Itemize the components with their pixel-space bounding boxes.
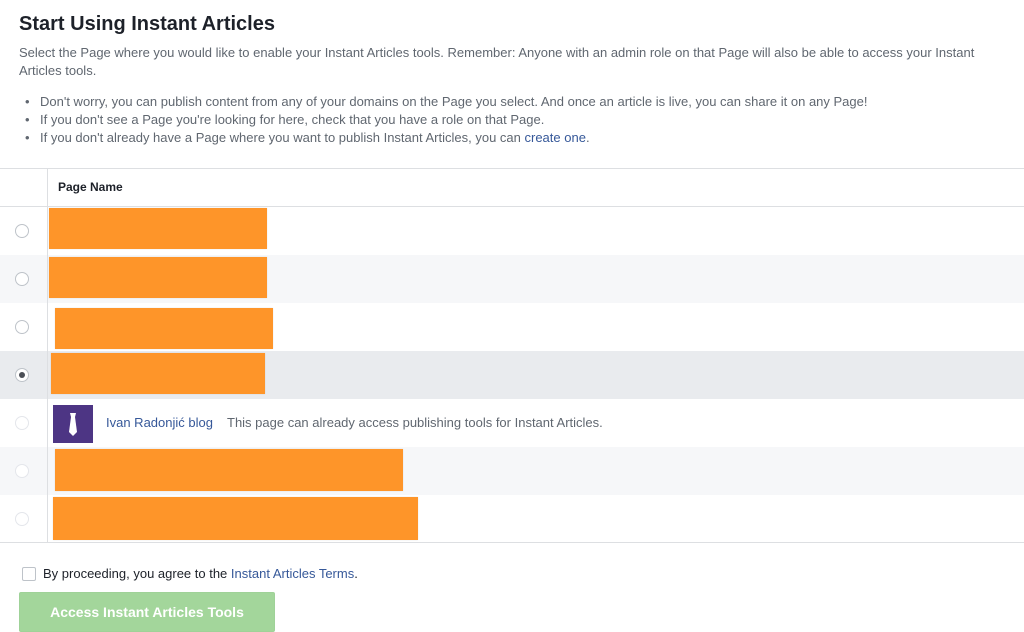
column-divider [47, 169, 48, 207]
redacted-page-name [51, 353, 265, 394]
redacted-page-name [53, 497, 418, 540]
page-name-link[interactable]: Ivan Radonjić blog [106, 415, 213, 430]
column-divider [47, 303, 48, 351]
table-row[interactable] [0, 255, 1024, 303]
necktie-icon [69, 413, 77, 436]
table-row-ivan-radonjic-blog: Ivan Radonjić blog This page can already… [0, 399, 1024, 447]
page-radio[interactable] [15, 320, 29, 334]
page-title: Start Using Instant Articles [19, 13, 275, 35]
create-page-link[interactable]: create one [525, 130, 586, 145]
terms-agreement: By proceeding, you agree to the Instant … [43, 566, 358, 581]
column-divider [47, 255, 48, 303]
table-row-selected[interactable] [0, 351, 1024, 399]
page-table: Page Name Ivan Radonjić blog This page c… [0, 168, 1024, 543]
terms-suffix: . [354, 566, 358, 581]
column-divider [47, 447, 48, 495]
info-bullet-list: Don't worry, you can publish content fro… [23, 93, 868, 147]
column-header-page-name: Page Name [58, 180, 123, 194]
terms-link[interactable]: Instant Articles Terms [231, 566, 354, 581]
redacted-page-name [49, 208, 267, 249]
column-divider [47, 351, 48, 399]
page-radio-disabled [15, 464, 29, 478]
info-bullet: If you don't see a Page you're looking f… [23, 111, 868, 129]
page-radio-disabled [15, 512, 29, 526]
column-divider [47, 495, 48, 543]
redacted-page-name [55, 308, 273, 349]
terms-checkbox[interactable] [22, 567, 36, 581]
terms-text: By proceeding, you agree to the [43, 566, 231, 581]
redacted-page-name [55, 449, 403, 491]
info-bullet: If you don't already have a Page where y… [23, 129, 868, 147]
table-header: Page Name [0, 169, 1024, 207]
table-row[interactable] [0, 207, 1024, 255]
access-tools-button[interactable]: Access Instant Articles Tools [19, 592, 275, 632]
column-divider [47, 399, 48, 447]
create-page-suffix: . [585, 130, 590, 145]
info-bullet: Don't worry, you can publish content fro… [23, 93, 868, 111]
create-page-text: If you don't already have a Page where y… [40, 130, 525, 145]
page-avatar [53, 405, 93, 443]
page-radio[interactable] [15, 272, 29, 286]
table-row[interactable] [0, 447, 1024, 495]
page-radio-selected[interactable] [15, 368, 29, 382]
footer-divider [0, 542, 1024, 543]
table-row[interactable] [0, 495, 1024, 543]
page-status-note: This page can already access publishing … [227, 415, 603, 430]
table-row[interactable] [0, 303, 1024, 351]
page-radio[interactable] [15, 224, 29, 238]
redacted-page-name [49, 257, 267, 298]
page-radio-disabled [15, 416, 29, 430]
column-divider [47, 207, 48, 255]
page-description: Select the Page where you would like to … [19, 45, 975, 78]
